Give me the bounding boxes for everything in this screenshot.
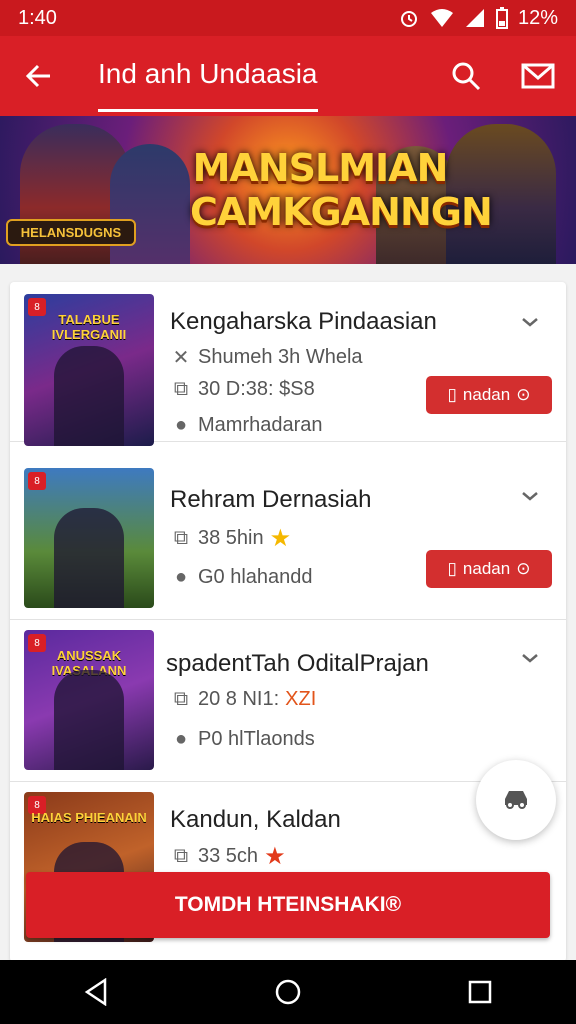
page-title: Ind anh Undaasia	[98, 58, 318, 112]
item-meta: ⧉ 20 8 NI1: XZI	[170, 688, 316, 711]
thumbnail-title: TALABUE IVLERGANII	[51, 312, 127, 342]
item-title: Rehram Dernasiah	[170, 486, 372, 513]
game-thumbnail: 8 TALABUE IVLERGANII	[24, 294, 154, 446]
battery-percent: 12%	[517, 6, 558, 29]
game-list: 8 TALABUE IVLERGANII Kengaharska Pindaas…	[10, 282, 566, 962]
item-meta: ● P0 hlTlaonds	[170, 728, 315, 751]
ticket-icon: ⧉	[173, 378, 189, 400]
chevron-down-icon[interactable]	[518, 310, 542, 334]
mail-icon[interactable]	[518, 56, 558, 96]
back-icon[interactable]	[72, 968, 120, 1016]
primary-cta-button[interactable]: TOMDH HTEINSHAKI®	[26, 872, 550, 938]
item-meta: ⧉ 38 5hin ★	[170, 524, 291, 553]
ticket-icon: ⧉	[173, 527, 189, 549]
item-title: Kengaharska Pindaasian	[170, 308, 437, 335]
location-icon: ●	[174, 566, 188, 588]
item-action-button[interactable]: ▯ nadan ⊙	[426, 550, 552, 588]
check-circle-icon: ⊙	[516, 385, 531, 404]
item-meta: ● Mamrhadaran	[170, 414, 323, 437]
item-action-button[interactable]: ▯ nadan ⊙	[426, 376, 552, 414]
status-icons: 12%	[398, 7, 558, 30]
badge-icon: 8	[28, 472, 46, 490]
ticket-icon: ⧉	[173, 845, 189, 867]
recents-icon[interactable]	[456, 968, 504, 1016]
check-circle-icon: ⊙	[516, 559, 531, 578]
banner-badge: HELANSDUGNS	[6, 219, 136, 246]
back-arrow-icon[interactable]	[18, 56, 58, 96]
location-icon: ●	[174, 728, 188, 750]
floating-action-button[interactable]	[476, 760, 556, 840]
list-item[interactable]: 8 ANUSSAK IVASALANN spadentTah OditalPra…	[10, 622, 566, 782]
ticket-icon: ⧉	[173, 688, 189, 710]
banner-headline: MANSLMIAN CAMKGANNGN	[190, 146, 493, 234]
search-icon[interactable]	[446, 56, 486, 96]
status-time: 1:40	[18, 6, 57, 29]
item-title: Kandun, Kaldan	[170, 806, 341, 833]
book-icon: ▯	[447, 559, 457, 578]
item-meta: ✕ Shumeh 3h Whela	[170, 346, 363, 369]
home-icon[interactable]	[264, 968, 312, 1016]
app-bar-actions	[446, 56, 558, 96]
list-item[interactable]: 8 TALABUE IVLERGANII Kengaharska Pindaas…	[10, 282, 566, 446]
signal-icon	[464, 8, 486, 28]
status-bar: 1:40 12%	[0, 0, 576, 36]
thumbnail-figure	[54, 508, 124, 608]
banner-hero-figure	[110, 144, 190, 264]
game-thumbnail: 8 ANUSSAK IVASALANN	[24, 630, 154, 770]
item-meta: ● G0 hlahandd	[170, 566, 313, 589]
battery-icon	[495, 7, 508, 29]
close-icon: ✕	[172, 347, 190, 369]
star-icon: ★	[269, 525, 292, 552]
item-meta: ⧉ 30 D:38: $S8	[170, 378, 315, 401]
item-meta: ⧉ 33 5ch ★	[170, 842, 286, 871]
list-item[interactable]: 8 Rehram Dernasiah ⧉ 38 5hin ★ ● G0 hlahand…	[10, 460, 566, 620]
item-title: spadentTah OditalPrajan	[166, 650, 429, 677]
chevron-down-icon[interactable]	[518, 646, 542, 670]
wifi-icon	[430, 8, 454, 28]
system-nav-bar	[0, 960, 576, 1024]
alarm-icon	[398, 7, 420, 29]
book-icon: ▯	[447, 385, 457, 404]
thumbnail-title: HAIAS PHIEANAIN	[31, 810, 147, 825]
thumbnail-figure	[54, 670, 124, 770]
promo-banner[interactable]: HELANSDUGNS MANSLMIAN CAMKGANNGN	[0, 116, 576, 264]
app-bar: Ind anh Undaasia	[0, 36, 576, 116]
thumbnail-figure	[54, 346, 124, 446]
chevron-down-icon[interactable]	[518, 484, 542, 508]
location-icon: ●	[174, 414, 188, 436]
star-icon: ★	[264, 843, 286, 870]
car-icon	[501, 787, 531, 814]
game-thumbnail: 8	[24, 468, 154, 608]
